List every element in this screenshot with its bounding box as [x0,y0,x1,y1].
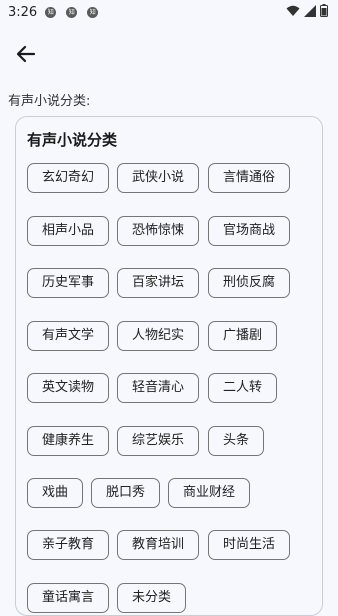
category-chip[interactable]: 人物纪实 [117,321,200,351]
back-button[interactable] [12,40,40,68]
category-chip[interactable]: 教育培训 [117,530,200,560]
notification-icon: 知 [66,6,78,18]
battery-icon [320,4,328,17]
category-chip[interactable]: 未分类 [117,583,187,613]
category-chip[interactable]: 恐怖惊悚 [117,216,200,246]
category-chip[interactable]: 玄幻奇幻 [27,163,110,193]
status-time: 3:26 [8,4,38,20]
section-label: 有声小说分类: [8,94,91,109]
category-chip[interactable]: 商业财经 [168,478,251,508]
card-title: 有声小说分类 [27,131,118,149]
wifi-icon [286,5,300,16]
category-chip[interactable]: 头条 [208,426,265,456]
category-chip[interactable]: 二人转 [208,373,278,403]
category-chip[interactable]: 广播剧 [208,321,278,351]
category-chip[interactable]: 官场商战 [208,216,291,246]
category-chip[interactable]: 有声文学 [27,321,110,351]
category-chip[interactable]: 轻音清心 [117,373,200,403]
category-chip[interactable]: 童话寓言 [27,583,110,613]
category-chip[interactable]: 脱口秀 [91,478,161,508]
signal-icon [304,4,316,17]
category-chip[interactable]: 戏曲 [27,478,84,508]
category-chip[interactable]: 健康养生 [27,426,110,456]
category-chip[interactable]: 亲子教育 [27,530,110,560]
category-chip[interactable]: 百家讲坛 [117,268,200,298]
notification-icon: 知 [87,6,99,18]
category-chip[interactable]: 时尚生活 [208,530,291,560]
status-bar: 3:26 知 知 知 [0,0,338,24]
category-chip[interactable]: 刑侦反腐 [208,268,291,298]
category-chip[interactable]: 历史军事 [27,268,110,298]
arrow-left-icon [16,45,36,63]
category-chip[interactable]: 英文读物 [27,373,110,403]
category-chip[interactable]: 言情通俗 [208,163,291,193]
category-card: 有声小说分类 玄幻奇幻 武侠小说 言情通俗 相声小品 恐怖惊悚 官场商战 历史军… [15,116,323,616]
status-icons [286,4,328,17]
category-chip[interactable]: 相声小品 [27,216,110,246]
category-chip[interactable]: 武侠小说 [117,163,200,193]
notification-icon: 知 [45,6,57,18]
category-chip[interactable]: 综艺娱乐 [117,426,200,456]
